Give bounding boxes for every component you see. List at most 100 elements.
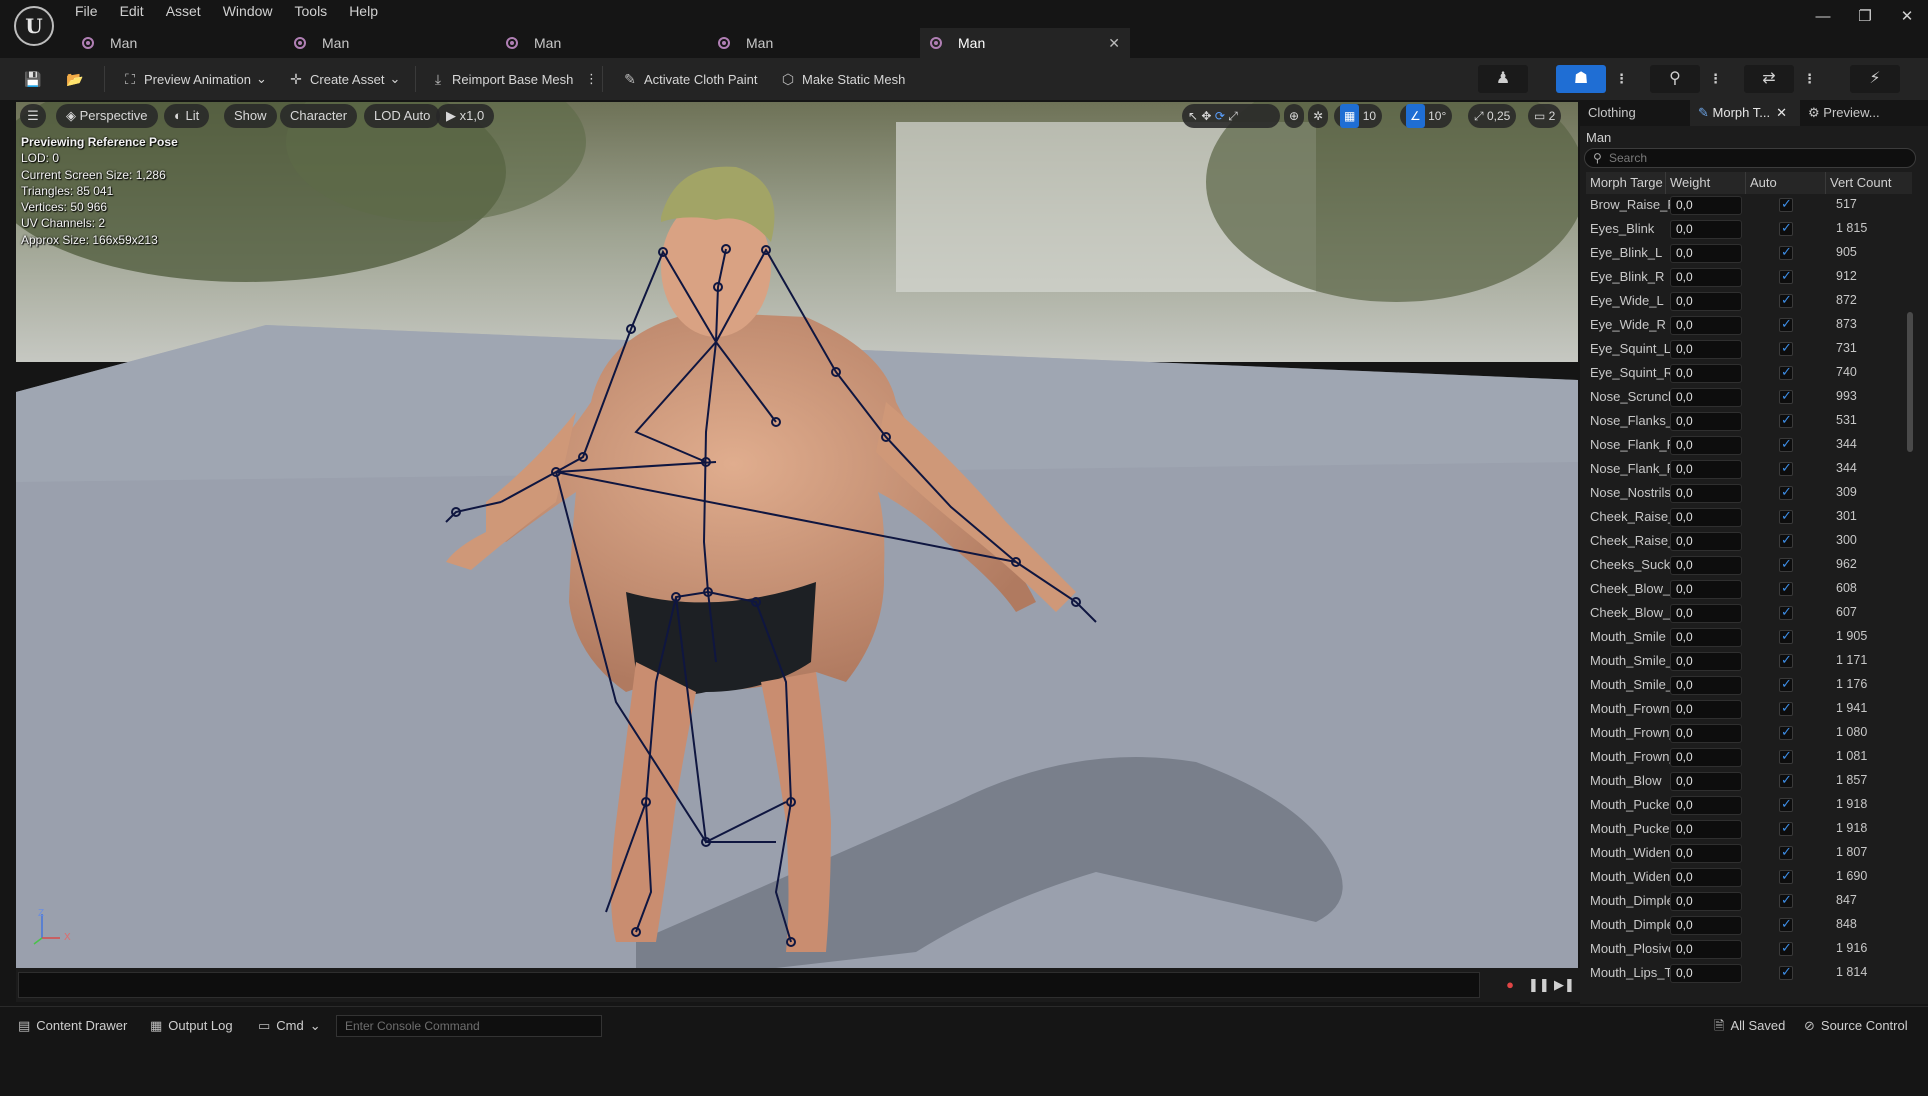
select-icon[interactable]: ↖	[1188, 109, 1198, 123]
auto-checkbox[interactable]	[1779, 196, 1793, 212]
auto-checkbox[interactable]	[1779, 868, 1793, 884]
table-row[interactable]: Mouth_Pucker0,0 1 918	[1586, 818, 1912, 842]
weight-field[interactable]: 0,0	[1670, 772, 1742, 791]
auto-checkbox[interactable]	[1779, 412, 1793, 428]
auto-checkbox[interactable]	[1779, 628, 1793, 644]
all-saved-button[interactable]: 🗎 All Saved	[1714, 1015, 1785, 1037]
weight-field[interactable]: 0,0	[1670, 724, 1742, 743]
rotate-icon[interactable]: ⟳	[1215, 109, 1225, 123]
weight-field[interactable]: 0,0	[1670, 268, 1742, 287]
table-row[interactable]: Mouth_Plosive0,0 1 916	[1586, 938, 1912, 962]
weight-field[interactable]: 0,0	[1670, 820, 1742, 839]
auto-checkbox[interactable]	[1779, 316, 1793, 332]
table-row[interactable]: Brow_Raise_F0,0 517	[1586, 194, 1912, 218]
auto-checkbox[interactable]	[1779, 652, 1793, 668]
weight-field[interactable]: 0,0	[1670, 700, 1742, 719]
table-row[interactable]: Eye_Squint_R0,0 740	[1586, 362, 1912, 386]
weight-field[interactable]: 0,0	[1670, 412, 1742, 431]
auto-checkbox[interactable]	[1779, 796, 1793, 812]
table-row[interactable]: Cheek_Raise_0,0 301	[1586, 506, 1912, 530]
show-button[interactable]: Show	[224, 104, 277, 128]
auto-checkbox[interactable]	[1779, 700, 1793, 716]
table-row[interactable]: Mouth_Smile_0,0 1 176	[1586, 674, 1912, 698]
table-row[interactable]: Nose_Flanks_0,0 531	[1586, 410, 1912, 434]
viewport-menu-icon[interactable]: ☰	[20, 104, 46, 128]
pause-icon[interactable]: ❚❚	[1528, 975, 1550, 995]
col-morph-target[interactable]: Morph Targe	[1586, 172, 1666, 194]
animation-mode-icon[interactable]: ⚲	[1650, 65, 1700, 93]
skeleton-mode-icon[interactable]: ♟	[1478, 65, 1528, 93]
weight-field[interactable]: 0,0	[1670, 460, 1742, 479]
document-tab[interactable]: Man	[708, 28, 920, 58]
col-auto[interactable]: Auto	[1746, 172, 1826, 194]
create-asset-button[interactable]: ✛ Create Asset ⌄	[288, 66, 400, 92]
col-vert-count[interactable]: Vert Count	[1826, 172, 1912, 194]
table-row[interactable]: Mouth_Dimple0,0 847	[1586, 890, 1912, 914]
lod-auto-button[interactable]: LOD Auto	[364, 104, 441, 128]
search-input[interactable]: ⚲ Search	[1584, 148, 1916, 168]
grid-snap-button[interactable]: ▦ 10	[1334, 104, 1383, 128]
auto-checkbox[interactable]	[1779, 508, 1793, 524]
auto-checkbox[interactable]	[1779, 364, 1793, 380]
auto-checkbox[interactable]	[1779, 916, 1793, 932]
step-forward-icon[interactable]: ▶❚	[1554, 975, 1575, 995]
weight-field[interactable]: 0,0	[1670, 892, 1742, 911]
menu-tools[interactable]: Tools	[284, 0, 339, 22]
character-button[interactable]: Character	[280, 104, 358, 128]
weight-field[interactable]: 0,0	[1670, 652, 1742, 671]
auto-checkbox[interactable]	[1779, 460, 1793, 476]
menu-window[interactable]: Window	[212, 0, 284, 22]
auto-checkbox[interactable]	[1779, 724, 1793, 740]
document-tab[interactable]: Man	[284, 28, 496, 58]
auto-checkbox[interactable]	[1779, 268, 1793, 284]
auto-checkbox[interactable]	[1779, 940, 1793, 956]
auto-checkbox[interactable]	[1779, 844, 1793, 860]
timeline-scrubber[interactable]	[18, 972, 1480, 998]
weight-field[interactable]: 0,0	[1670, 868, 1742, 887]
more-options-icon[interactable]: ⋮	[1803, 65, 1816, 93]
weight-field[interactable]: 0,0	[1670, 916, 1742, 935]
record-icon[interactable]: ●	[1500, 975, 1520, 995]
more-options-icon[interactable]: ⋮	[1615, 65, 1628, 93]
physics-mode-icon[interactable]: ⚡	[1850, 65, 1900, 93]
weight-field[interactable]: 0,0	[1670, 484, 1742, 503]
close-window-button[interactable]: ✕	[1886, 0, 1928, 34]
auto-checkbox[interactable]	[1779, 436, 1793, 452]
col-weight[interactable]: Weight	[1666, 172, 1746, 194]
weight-field[interactable]: 0,0	[1670, 196, 1742, 215]
table-row[interactable]: Eye_Squint_L0,0 731	[1586, 338, 1912, 362]
weight-field[interactable]: 0,0	[1670, 508, 1742, 527]
scale-snap-button[interactable]: ⤢ 0,25	[1468, 104, 1517, 128]
preview-animation-button[interactable]: ⛶ Preview Animation ⌄	[122, 66, 267, 92]
translate-icon[interactable]: ✥	[1201, 109, 1211, 123]
minimize-button[interactable]: —	[1802, 0, 1844, 34]
auto-checkbox[interactable]	[1779, 676, 1793, 692]
weight-field[interactable]: 0,0	[1670, 580, 1742, 599]
auto-checkbox[interactable]	[1779, 604, 1793, 620]
table-row[interactable]: Mouth_Frown_0,0 1 080	[1586, 722, 1912, 746]
tab-clothing[interactable]: Clothing	[1580, 100, 1690, 126]
save-icon[interactable]: 💾	[24, 66, 46, 92]
document-tab[interactable]: Man	[72, 28, 284, 58]
weight-field[interactable]: 0,0	[1670, 676, 1742, 695]
table-row[interactable]: Mouth_Widen_0,0 1 690	[1586, 866, 1912, 890]
table-row[interactable]: Cheek_Raise_0,0 300	[1586, 530, 1912, 554]
camera-speed-button[interactable]: ▭ 2	[1528, 104, 1562, 128]
auto-checkbox[interactable]	[1779, 532, 1793, 548]
surface-snap-icon[interactable]: ✲	[1308, 104, 1328, 128]
weight-field[interactable]: 0,0	[1670, 244, 1742, 263]
weight-field[interactable]: 0,0	[1670, 340, 1742, 359]
menu-help[interactable]: Help	[338, 0, 389, 22]
activate-cloth-paint-button[interactable]: ✎ Activate Cloth Paint	[622, 66, 757, 92]
content-drawer-button[interactable]: ▤ Content Drawer	[18, 1015, 127, 1037]
auto-checkbox[interactable]	[1779, 292, 1793, 308]
table-row[interactable]: Eye_Wide_L 0,0 872	[1586, 290, 1912, 314]
table-row[interactable]: Nose_Flank_R0,0 344	[1586, 434, 1912, 458]
more-options-icon[interactable]: ⋮	[1709, 65, 1722, 93]
weight-field[interactable]: 0,0	[1670, 940, 1742, 959]
table-row[interactable]: Eyes_Blink 0,0 1 815	[1586, 218, 1912, 242]
reimport-base-mesh-button[interactable]: ⤓ Reimport Base Mesh	[430, 66, 574, 92]
auto-checkbox[interactable]	[1779, 892, 1793, 908]
table-row[interactable]: Mouth_Blow 0,0 1 857	[1586, 770, 1912, 794]
close-icon[interactable]: ✕	[1776, 105, 1787, 120]
